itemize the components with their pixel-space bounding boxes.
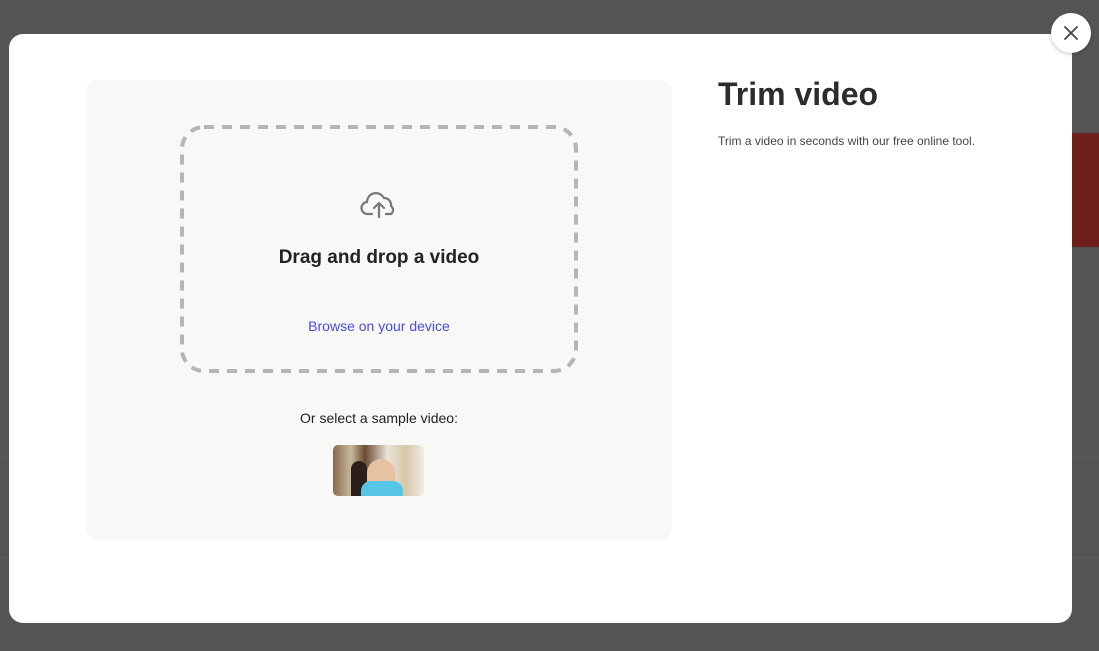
thumbnail-shirt (361, 481, 403, 496)
drop-heading: Drag and drop a video (278, 247, 480, 268)
cloud-upload-icon (360, 192, 395, 219)
upload-panel: Drag and drop a video Browse on your dev… (86, 80, 672, 540)
drop-zone[interactable]: Drag and drop a video Browse on your dev… (180, 125, 578, 373)
background-thumbnail (1072, 133, 1099, 247)
browse-device-link[interactable]: Browse on your device (180, 318, 578, 334)
close-icon (1064, 26, 1078, 40)
trim-video-dialog: Drag and drop a video Browse on your dev… (9, 34, 1072, 623)
sample-video-label: Or select a sample video: (300, 410, 458, 426)
dialog-title: Trim video (718, 76, 879, 112)
close-button[interactable] (1051, 13, 1091, 53)
dialog-description: Trim a video in seconds with our free on… (718, 134, 976, 148)
sample-video-thumbnail[interactable] (333, 445, 424, 496)
